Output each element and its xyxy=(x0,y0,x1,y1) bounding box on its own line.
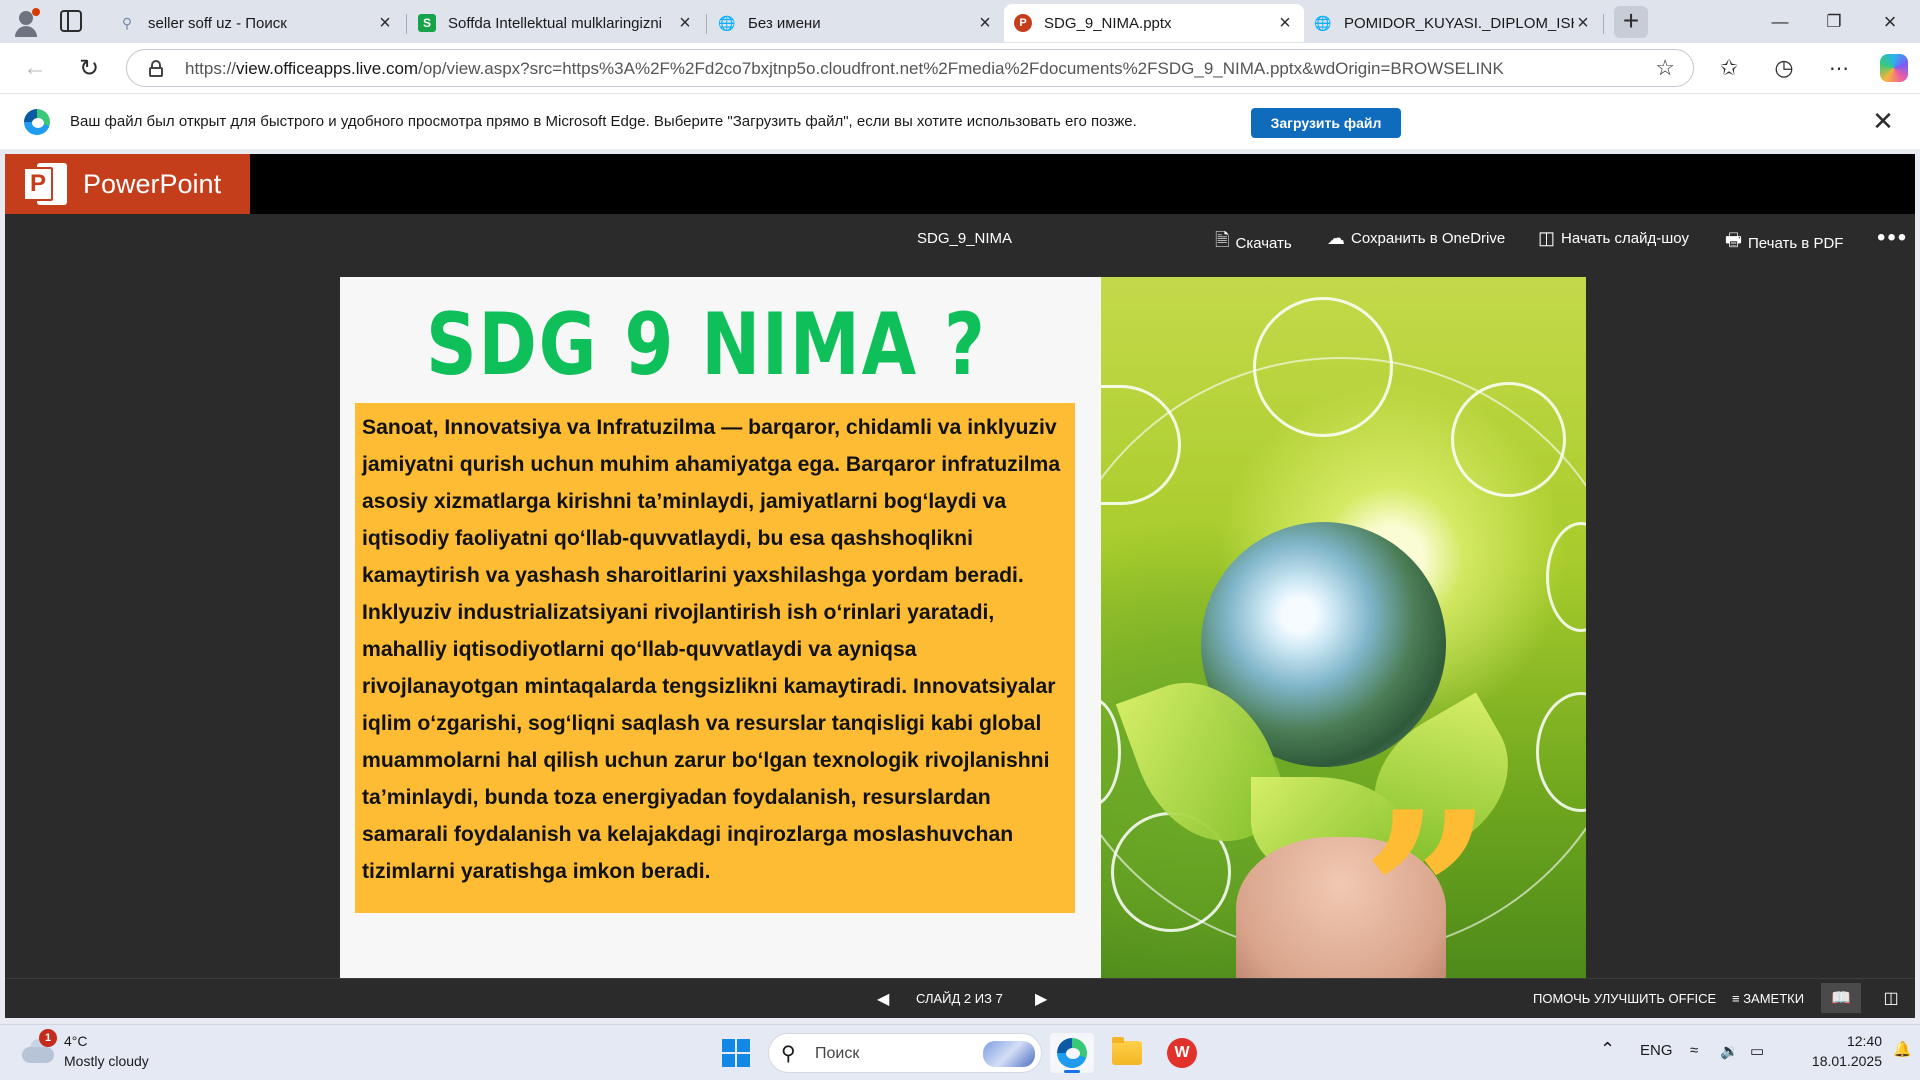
search-icon: ⚲ xyxy=(121,14,133,31)
start-slideshow-button[interactable]: ◫ Начать слайд-шоу xyxy=(1538,228,1689,249)
taskbar-search[interactable]: ⚲ Поиск xyxy=(768,1033,1042,1073)
lock-icon[interactable] xyxy=(149,60,163,77)
download-button[interactable]: 🗎 Скачать xyxy=(1215,228,1292,258)
next-slide-button[interactable]: ▶ xyxy=(1035,989,1047,1009)
tab-actions-icon[interactable] xyxy=(60,10,82,32)
close-tab-icon[interactable]: × xyxy=(976,12,994,35)
clock-date[interactable]: 18.01.2025 xyxy=(1792,1053,1882,1069)
language-indicator[interactable]: ENG xyxy=(1640,1042,1673,1059)
notification-bell-icon[interactable]: 🔔 xyxy=(1893,1040,1912,1058)
weather-description: Mostly cloudy xyxy=(64,1053,149,1069)
browser-tab-search[interactable]: ⚲ seller soff uz - Поиск × xyxy=(108,4,404,42)
taskbar-wps[interactable]: W xyxy=(1160,1033,1204,1073)
clock-time[interactable]: 12:40 xyxy=(1828,1033,1882,1049)
back-button[interactable]: ← xyxy=(18,53,52,83)
slide-text-box: Sanoat, Innovatsiya va Infratuzilma — ba… xyxy=(355,403,1075,913)
edge-logo-icon xyxy=(24,109,50,135)
powerpoint-logo-icon: P xyxy=(23,161,69,207)
more-options-icon[interactable]: ••• xyxy=(1877,224,1908,252)
sun-energy-icon xyxy=(1253,297,1393,437)
close-tab-icon[interactable]: × xyxy=(1276,12,1294,35)
soff-icon: S xyxy=(418,14,436,32)
taskbar-edge[interactable] xyxy=(1050,1033,1094,1073)
close-infobar-icon[interactable]: ✕ xyxy=(1868,106,1898,136)
volume-icon[interactable]: 🔉 xyxy=(1720,1042,1739,1060)
show-hidden-icons-button[interactable]: ⌃ xyxy=(1600,1039,1615,1060)
powerpoint-icon: P xyxy=(1014,14,1032,32)
browser-tab-soff[interactable]: S Soffda Intellektual mulklaringizni × xyxy=(408,4,704,42)
document-title: SDG_9_NIMA xyxy=(917,230,1013,247)
help-improve-office-link[interactable]: ПОМОЧЬ УЛУЧШИТЬ OFFICE xyxy=(1533,991,1716,1006)
weather-temperature: 4°C xyxy=(64,1033,88,1049)
globe-icon: 🌐 xyxy=(718,14,736,31)
copilot-icon[interactable] xyxy=(1880,54,1908,82)
close-window-button[interactable]: × xyxy=(1860,0,1920,43)
browser-tab-pomidor[interactable]: 🌐 POMIDOR_KUYASI._DIPLOM_ISHI × xyxy=(1304,4,1602,42)
wps-office-icon: W xyxy=(1167,1038,1197,1068)
search-highlight-image xyxy=(983,1041,1035,1067)
slide-body-text: Sanoat, Innovatsiya va Infratuzilma — ba… xyxy=(362,416,1061,883)
ppt-header: P PowerPoint xyxy=(5,154,1915,214)
restore-button[interactable]: ❐ xyxy=(1804,0,1864,43)
slideshow-view-button[interactable]: ◫ xyxy=(1871,983,1911,1013)
browser-tab-strip: ⚲ seller soff uz - Поиск × S Soffda Inte… xyxy=(0,0,1920,43)
notes-button[interactable]: ≡ ЗАМЕТКИ xyxy=(1732,991,1804,1006)
upload-file-button[interactable]: Загрузить файл xyxy=(1251,108,1401,138)
url-text: https://view.officeapps.live.com/op/view… xyxy=(185,59,1504,78)
browser-tab-untitled[interactable]: 🌐 Без имени × xyxy=(708,4,1004,42)
print-pdf-button[interactable]: 🖶 Печать в PDF xyxy=(1725,228,1843,258)
edge-info-bar: Ваш файл был открыт для быстрого и удобн… xyxy=(0,93,1920,149)
reload-button[interactable]: ↻ xyxy=(72,53,106,83)
favorites-icon[interactable]: ✩ xyxy=(1714,53,1744,83)
previous-slide-button[interactable]: ◀ xyxy=(877,989,889,1009)
folder-icon xyxy=(1112,1037,1142,1065)
browser-tab-pptx[interactable]: P SDG_9_NIMA.pptx × xyxy=(1004,4,1304,42)
ppt-status-bar: ◀ СЛАЙД 2 ИЗ 7 ▶ ПОМОЧЬ УЛУЧШИТЬ OFFICE … xyxy=(5,978,1915,1018)
wifi-icon[interactable]: ≈ xyxy=(1690,1042,1698,1059)
cloud-icon: ☁ xyxy=(1327,228,1345,248)
favorite-star-icon[interactable]: ☆ xyxy=(1655,55,1675,81)
slideshow-icon: ◫ xyxy=(1538,228,1556,248)
slide-counter: СЛАЙД 2 ИЗ 7 xyxy=(916,991,1003,1006)
profile-avatar-icon[interactable] xyxy=(10,6,42,38)
close-tab-icon[interactable]: × xyxy=(1574,12,1592,35)
slide-title: SDG 9 NIMA ? xyxy=(426,295,987,395)
close-tab-icon[interactable]: × xyxy=(376,12,394,35)
taskbar-file-explorer[interactable] xyxy=(1105,1033,1149,1073)
ppt-command-bar: SDG_9_NIMA 🗎 Скачать ☁ Сохранить в OneDriv… xyxy=(5,214,1915,266)
reading-view-button[interactable]: 📖 xyxy=(1821,983,1861,1013)
battery-icon[interactable]: ▭ xyxy=(1750,1042,1764,1060)
new-tab-button[interactable]: + xyxy=(1614,6,1648,38)
slide: SDG 9 NIMA ? Sanoat, Innovatsiya va Infr… xyxy=(340,277,1586,978)
more-menu-icon[interactable]: ⋯ xyxy=(1824,53,1854,83)
ppt-brand[interactable]: P PowerPoint xyxy=(5,154,250,214)
edge-icon xyxy=(1057,1038,1087,1068)
minimize-button[interactable]: — xyxy=(1750,0,1810,43)
windows-taskbar: 1 4°C Mostly cloudy ⚲ Поиск W ⌃ ENG ≈ 🔉 … xyxy=(0,1024,1920,1080)
address-bar-row: ← ↻ https://view.officeapps.live.com/op/… xyxy=(0,43,1920,93)
download-icon: 🗎 xyxy=(1215,230,1230,250)
slide-photo-globe: ” xyxy=(1101,277,1586,978)
start-button[interactable] xyxy=(722,1039,750,1067)
url-field[interactable]: https://view.officeapps.live.com/op/view… xyxy=(126,49,1694,87)
weather-badge: 1 xyxy=(39,1029,57,1047)
app-name: PowerPoint xyxy=(83,168,222,199)
close-tab-icon[interactable]: × xyxy=(676,12,694,35)
info-message: Ваш файл был открыт для быстрого и удобн… xyxy=(70,113,1137,130)
history-icon[interactable]: ◷ xyxy=(1769,53,1799,83)
powerpoint-viewer: P PowerPoint SDG_9_NIMA 🗎 Скачать ☁ Сохран… xyxy=(5,154,1915,1018)
search-icon: ⚲ xyxy=(781,1043,796,1065)
oil-pump-icon xyxy=(1451,382,1566,497)
print-icon: 🖶 xyxy=(1725,230,1742,250)
globe-icon: 🌐 xyxy=(1314,14,1332,31)
save-onedrive-button[interactable]: ☁ Сохранить в OneDrive xyxy=(1327,228,1505,249)
quote-mark-icon: ” xyxy=(1361,762,1494,978)
